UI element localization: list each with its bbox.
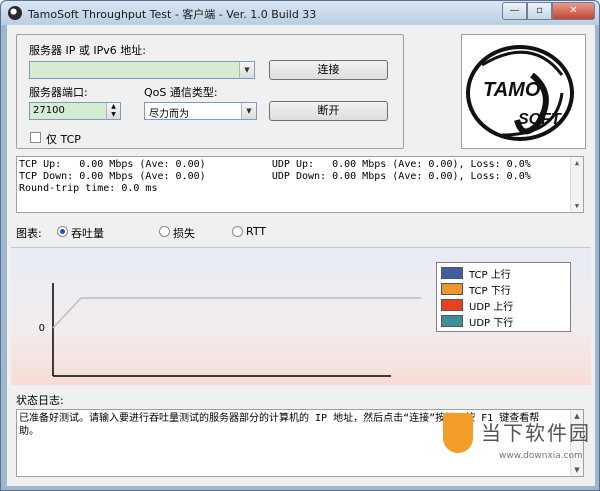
stats-scrollbar[interactable]: ▲ ▼ [570, 157, 583, 212]
app-window: TamoSoft Throughput Test - 客户端 - Ver. 1.… [0, 0, 600, 491]
chart-legend: TCP 上行 TCP 下行 UDP 上行 UDP 下行 [436, 262, 571, 332]
chevron-down-icon[interactable]: ▼ [241, 103, 256, 119]
legend-label: TCP 下行 [469, 286, 511, 297]
app-icon [8, 6, 22, 20]
title-bar[interactable]: TamoSoft Throughput Test - 客户端 - Ver. 1.… [1, 1, 599, 25]
port-value: 27100 [33, 105, 65, 116]
qos-label: QoS 通信类型: [144, 86, 218, 99]
radio-loss-label[interactable]: 损失 [173, 225, 195, 241]
status-log-label: 状态日志: [16, 394, 64, 407]
legend-swatch [441, 315, 463, 327]
port-stepper[interactable]: 27100 ▲ ▼ [29, 102, 121, 120]
legend-swatch [441, 267, 463, 279]
radio-loss[interactable] [159, 226, 170, 237]
qos-select[interactable]: 尽力而为 ▼ [144, 102, 257, 120]
stats-line-tcp-down: TCP Down: 0.00 Mbps (Ave: 0.00) UDP Down… [19, 171, 531, 182]
minimize-button[interactable]: — [502, 2, 527, 20]
server-address-label: 服务器 IP 或 IPv6 地址: [29, 44, 146, 57]
stats-line-rtt: Round-trip time: 0.0 ms [19, 183, 158, 194]
chevron-down-icon[interactable]: ▼ [239, 62, 254, 78]
logo-text-top: TAMO [483, 79, 541, 101]
connect-button[interactable]: 连接 [269, 60, 388, 80]
qos-value: 尽力而为 [149, 109, 189, 120]
watermark-url: www.downxia.com [499, 451, 583, 461]
legend-swatch [441, 283, 463, 295]
watermark: 当下软件园 www.downxia.com [441, 407, 591, 479]
stats-line-tcp-up: TCP Up: 0.00 Mbps (Ave: 0.00) UDP Up: 0.… [19, 159, 531, 170]
server-address-combo[interactable]: ▼ [29, 61, 255, 79]
watermark-shield-icon [443, 413, 473, 453]
legend-label: UDP 下行 [469, 318, 514, 329]
spin-arrows-icon[interactable]: ▲ ▼ [106, 103, 120, 119]
chart-selector-label: 图表: [16, 227, 42, 240]
port-label: 服务器端口: [29, 86, 88, 99]
close-button[interactable]: ✕ [552, 2, 595, 20]
watermark-brand: 当下软件园 [481, 421, 591, 445]
tamosoft-logo: TAMO SOFT [461, 34, 586, 149]
tcp-only-label[interactable]: 仅 TCP [46, 131, 81, 147]
connection-group: 服务器 IP 或 IPv6 地址: ▼ 连接 服务器端口: QoS 通信类型: … [16, 34, 404, 149]
window-title: TamoSoft Throughput Test - 客户端 - Ver. 1.… [28, 8, 317, 21]
legend-label: UDP 上行 [469, 302, 514, 313]
stats-panel: TCP Up: 0.00 Mbps (Ave: 0.00) UDP Up: 0.… [16, 156, 584, 213]
maximize-button[interactable]: ▫ [527, 2, 552, 20]
throughput-chart: 0 TCP 上行 TCP 下行 UDP 上行 UDP 下行 [11, 247, 591, 385]
legend-label: TCP 上行 [469, 270, 511, 281]
radio-rtt-label[interactable]: RTT [246, 225, 266, 238]
radio-throughput-label[interactable]: 吞吐量 [71, 225, 104, 241]
disconnect-button[interactable]: 断开 [269, 101, 388, 121]
scroll-up-icon[interactable]: ▲ [571, 159, 583, 167]
y-tick-zero: 0 [39, 323, 45, 334]
logo-text-bottom: SOFT [518, 111, 561, 128]
legend-swatch [441, 299, 463, 311]
radio-rtt[interactable] [232, 226, 243, 237]
radio-throughput[interactable] [57, 226, 68, 237]
series-line [52, 297, 421, 329]
tcp-only-checkbox[interactable] [30, 132, 41, 143]
scroll-down-icon[interactable]: ▼ [571, 202, 583, 210]
